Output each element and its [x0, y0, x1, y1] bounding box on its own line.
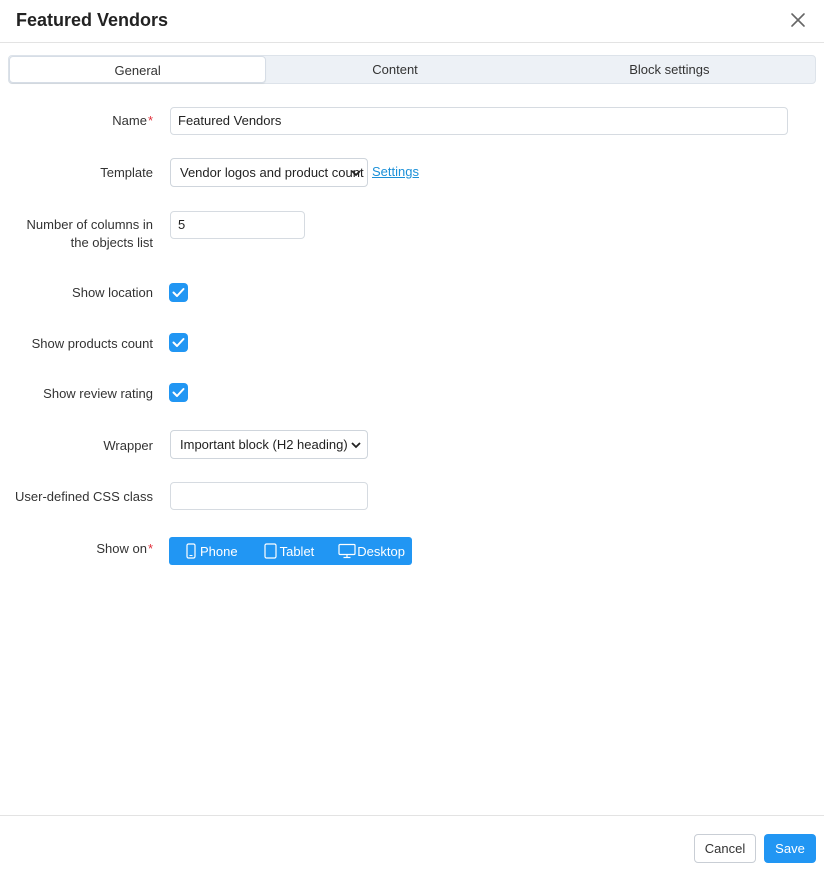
required-mark: *	[147, 541, 153, 556]
wrapper-label: Wrapper	[103, 438, 153, 453]
tablet-icon	[263, 543, 277, 559]
template-select[interactable]: Vendor logos and product count	[170, 158, 368, 187]
checkmark-icon	[172, 288, 185, 297]
chevron-down-icon	[351, 442, 361, 449]
css-class-input[interactable]	[170, 482, 368, 510]
template-label: Template	[100, 165, 153, 180]
show-review-rating-label: Show review rating	[43, 386, 153, 401]
cancel-button[interactable]: Cancel	[694, 834, 756, 863]
tab-content[interactable]: Content	[266, 56, 523, 83]
checkmark-icon	[172, 338, 185, 347]
tab-block-settings[interactable]: Block settings	[524, 56, 815, 83]
template-select-value: Vendor logos and product count	[180, 165, 364, 180]
tab-bar: General Content Block settings	[8, 55, 816, 84]
save-button[interactable]: Save	[764, 834, 816, 863]
columns-input[interactable]: 5	[170, 211, 305, 239]
required-mark: *	[147, 113, 153, 128]
name-input[interactable]: Featured Vendors	[170, 107, 788, 135]
columns-label-line1: Number of columns in	[26, 217, 153, 232]
dialog-header: Featured Vendors	[0, 0, 824, 43]
close-icon[interactable]	[790, 12, 806, 28]
phone-icon	[186, 543, 196, 559]
show-on-desktop-label: Desktop	[357, 543, 405, 559]
name-label: Name*	[112, 113, 153, 128]
show-on-phone-button[interactable]: Phone	[186, 537, 238, 565]
tab-general[interactable]: General	[9, 56, 267, 83]
desktop-icon	[338, 543, 356, 559]
show-on-tablet-label: Tablet	[279, 543, 315, 559]
wrapper-select-value: Important block (H2 heading)	[180, 437, 348, 452]
checkmark-icon	[172, 388, 185, 397]
show-on-label: Show on*	[96, 541, 153, 556]
show-products-count-checkbox[interactable]	[169, 333, 188, 352]
show-on-phone-label: Phone	[200, 543, 238, 559]
css-class-label: User-defined CSS class	[15, 489, 153, 504]
show-location-label: Show location	[72, 285, 153, 300]
show-on-tablet-button[interactable]: Tablet	[263, 537, 315, 565]
chevron-down-icon	[351, 170, 361, 177]
wrapper-select[interactable]: Important block (H2 heading)	[170, 430, 368, 459]
show-location-checkbox[interactable]	[169, 283, 188, 302]
template-settings-link[interactable]: Settings	[372, 164, 419, 179]
show-review-rating-checkbox[interactable]	[169, 383, 188, 402]
show-on-desktop-button[interactable]: Desktop	[338, 537, 405, 565]
dialog-title: Featured Vendors	[16, 10, 169, 30]
show-products-count-label: Show products count	[31, 336, 153, 351]
columns-label-line2: the objects list	[70, 235, 153, 250]
columns-label: Number of columns in the objects list	[27, 216, 153, 252]
show-on-group: Phone Tablet Desktop	[169, 537, 412, 565]
